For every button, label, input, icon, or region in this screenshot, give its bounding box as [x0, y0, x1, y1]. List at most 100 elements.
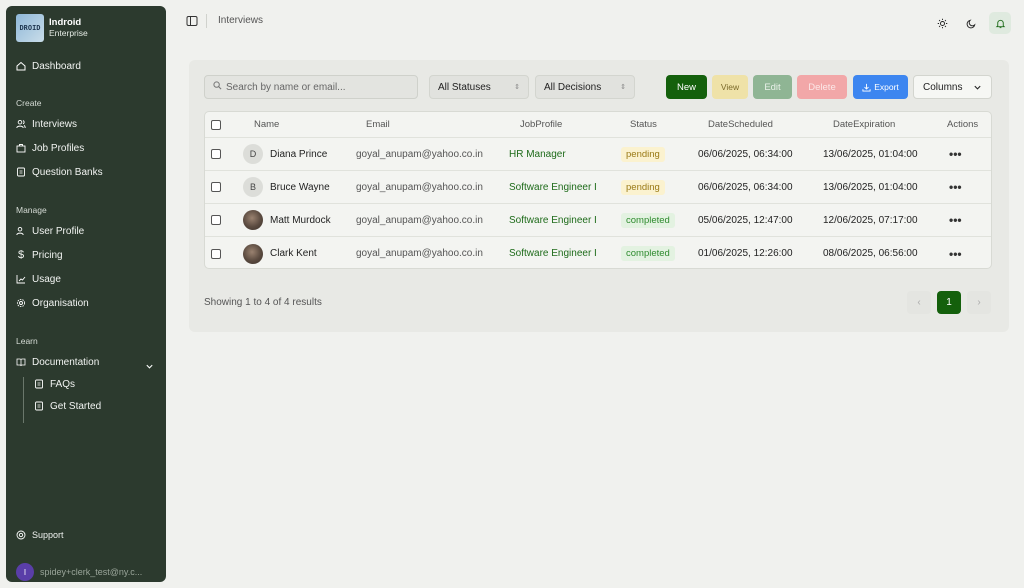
view-button[interactable]: View: [712, 75, 748, 99]
sidebar-item-job-profiles[interactable]: Job Profiles: [16, 140, 84, 156]
sidebar-item-label: Organisation: [32, 297, 89, 309]
table-row[interactable]: Clark Kent goyal_anupam@yahoo.co.in Soft…: [205, 237, 991, 268]
edit-button[interactable]: Edit: [753, 75, 792, 99]
chart-icon: [16, 274, 26, 284]
new-button[interactable]: New: [666, 75, 707, 99]
sidebar-item-question-banks[interactable]: Question Banks: [16, 164, 103, 180]
row-checkbox[interactable]: [211, 248, 221, 259]
table-row[interactable]: B Bruce Wayne goyal_anupam@yahoo.co.in So…: [205, 171, 991, 204]
brand-sub: Enterprise: [49, 28, 88, 38]
row-actions-icon[interactable]: •••: [949, 204, 962, 236]
sun-icon[interactable]: [931, 12, 953, 34]
divider: [206, 14, 207, 28]
sidebar-item-label: Dashboard: [32, 60, 81, 72]
col-actions: Actions: [947, 119, 979, 130]
col-status[interactable]: Status: [630, 112, 657, 137]
candidate-name: Bruce Wayne: [270, 181, 330, 193]
sidebar-item-get-started[interactable]: Get Started: [34, 398, 101, 414]
col-datescheduled[interactable]: DateScheduled: [708, 112, 773, 137]
status-filter-value: All Statuses: [438, 81, 491, 93]
page-1-button[interactable]: 1: [937, 291, 961, 314]
sidebar-item-usage[interactable]: Usage: [16, 271, 61, 287]
submenu-line: [23, 377, 24, 423]
search-input[interactable]: [226, 81, 416, 93]
candidate-name: Diana Prince: [270, 148, 328, 160]
columns-label: Columns: [923, 81, 963, 93]
sidebar-item-label: Documentation: [32, 356, 100, 368]
search-box[interactable]: [204, 75, 418, 99]
job-profile-link[interactable]: Software Engineer I: [509, 171, 597, 203]
columns-button[interactable]: Columns: [913, 75, 992, 99]
row-checkbox[interactable]: [211, 182, 221, 192]
updown-icon: ⇕: [620, 84, 626, 91]
delete-button[interactable]: Delete: [797, 75, 847, 99]
next-page-button[interactable]: ›: [967, 291, 991, 314]
export-button[interactable]: Export: [853, 75, 908, 99]
sidebar-item-label: Interviews: [32, 118, 78, 130]
row-actions-icon[interactable]: •••: [949, 171, 962, 203]
select-all-checkbox[interactable]: [211, 119, 221, 130]
status-badge: completed: [621, 246, 675, 261]
section-manage: Manage: [16, 205, 47, 215]
sidebar-toggle-icon[interactable]: [186, 15, 198, 27]
col-jobprofile[interactable]: JobProfile: [520, 112, 562, 137]
row-checkbox[interactable]: [211, 149, 221, 159]
job-profile-link[interactable]: Software Engineer I: [509, 204, 597, 236]
chevron-down-icon[interactable]: [145, 362, 154, 374]
status-filter-select[interactable]: All Statuses ⇕: [429, 75, 529, 99]
user-menu[interactable]: I spidey+clerk_test@ny.c...: [16, 563, 142, 581]
search-icon: [213, 81, 222, 93]
sidebar-item-organisation[interactable]: Organisation: [16, 295, 89, 311]
sidebar-item-support[interactable]: Support: [16, 527, 64, 543]
document-icon: [16, 167, 26, 177]
date-expiration: 12/06/2025, 07:17:00: [823, 214, 918, 226]
download-icon: [862, 83, 871, 92]
results-summary: Showing 1 to 4 of 4 results: [204, 297, 322, 308]
sidebar-item-interviews[interactable]: Interviews: [16, 116, 77, 132]
book-icon: [16, 357, 26, 367]
sidebar-item-pricing[interactable]: $ Pricing: [16, 247, 63, 263]
row-actions-icon[interactable]: •••: [949, 138, 962, 170]
avatar-photo: [243, 210, 263, 230]
date-expiration: 08/06/2025, 06:56:00: [823, 248, 918, 259]
sidebar-item-label: FAQs: [50, 378, 76, 390]
table-row[interactable]: D Diana Prince goyal_anupam@yahoo.co.in H…: [205, 138, 991, 171]
col-name[interactable]: Name: [254, 112, 279, 137]
sidebar-item-label: Job Profiles: [32, 142, 85, 154]
gear-icon: [16, 298, 26, 308]
user-email: spidey+clerk_test@ny.c...: [40, 567, 143, 577]
table-row[interactable]: Matt Murdock goyal_anupam@yahoo.co.in So…: [205, 204, 991, 237]
home-icon: [16, 61, 26, 71]
avatar-photo: [243, 243, 263, 264]
chevron-down-icon: [974, 85, 981, 90]
sidebar-item-documentation[interactable]: Documentation: [16, 354, 99, 370]
brand[interactable]: DROID Indroid Enterprise: [16, 14, 88, 42]
row-actions-icon[interactable]: •••: [949, 237, 962, 268]
col-dateexpiration[interactable]: DateExpiration: [833, 112, 895, 137]
candidate-email: goyal_anupam@yahoo.co.in: [356, 181, 483, 193]
updown-icon: ⇕: [514, 84, 520, 91]
sidebar-item-user-profile[interactable]: User Profile: [16, 223, 84, 239]
sidebar-item-label: Support: [32, 530, 64, 540]
decision-filter-select[interactable]: All Decisions ⇕: [535, 75, 635, 99]
job-profile-link[interactable]: Software Engineer I: [509, 237, 597, 268]
section-learn: Learn: [16, 336, 38, 346]
table-header: Name Email JobProfile Status DateSchedul…: [205, 112, 991, 138]
moon-icon[interactable]: [960, 12, 982, 34]
date-scheduled: 06/06/2025, 06:34:00: [698, 148, 793, 160]
date-scheduled: 05/06/2025, 12:47:00: [698, 214, 793, 226]
row-checkbox[interactable]: [211, 215, 221, 225]
decision-filter-value: All Decisions: [544, 81, 602, 93]
sidebar-item-faqs[interactable]: FAQs: [34, 376, 75, 392]
candidate-email: goyal_anupam@yahoo.co.in: [356, 248, 483, 259]
export-label: Export: [874, 82, 899, 92]
bell-icon[interactable]: [989, 12, 1011, 34]
interviews-table: Name Email JobProfile Status DateSchedul…: [204, 111, 992, 269]
col-email[interactable]: Email: [366, 112, 390, 137]
sidebar-item-label: Pricing: [32, 249, 63, 261]
date-expiration: 13/06/2025, 01:04:00: [823, 181, 918, 193]
job-profile-link[interactable]: HR Manager: [509, 138, 566, 170]
brand-logo: DROID: [16, 14, 44, 42]
prev-page-button[interactable]: ‹: [907, 291, 931, 314]
sidebar-item-dashboard[interactable]: Dashboard: [16, 58, 81, 74]
